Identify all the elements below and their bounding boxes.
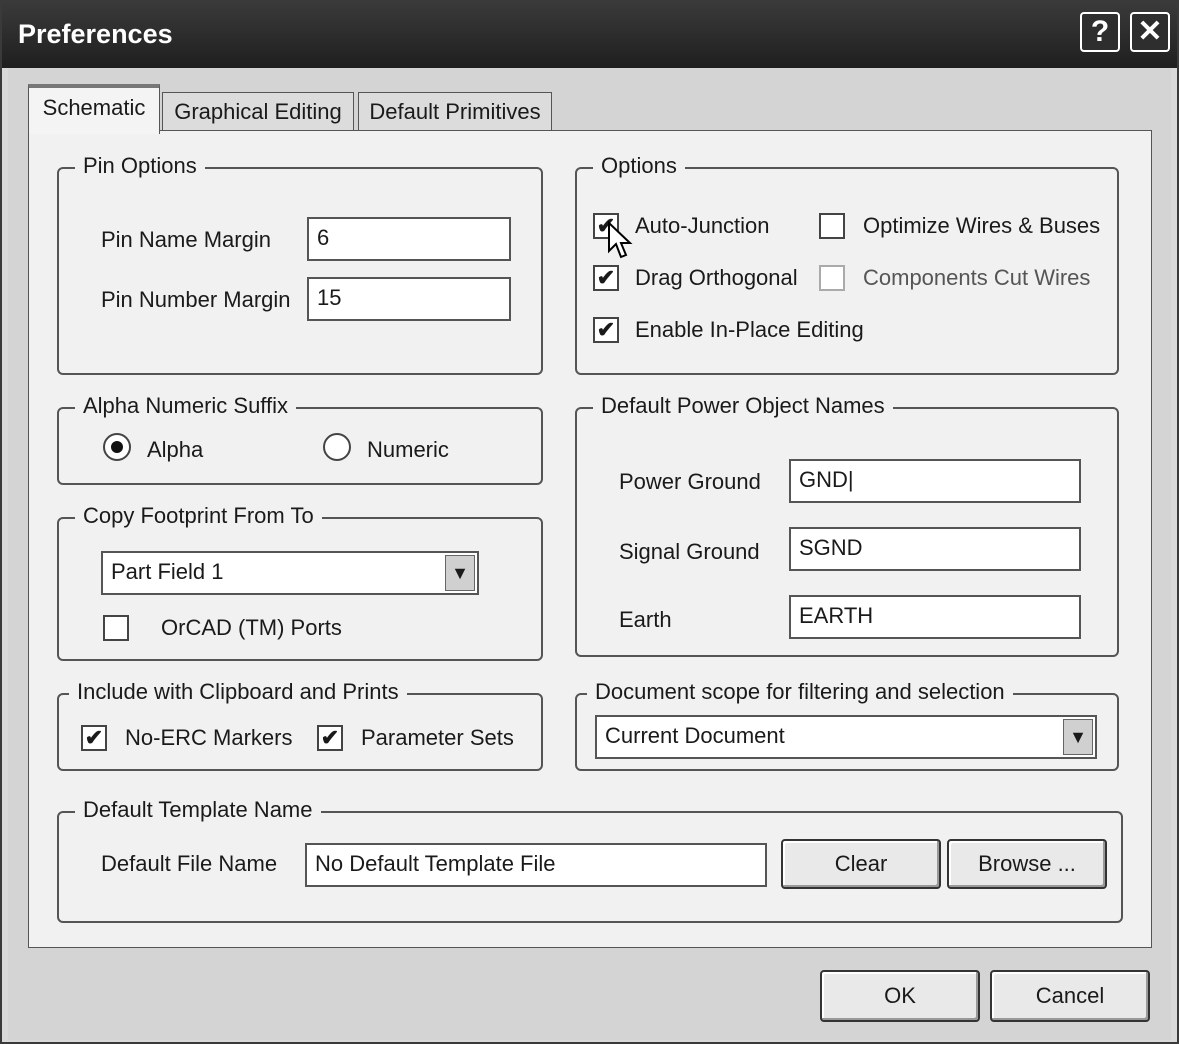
- numeric-label: Numeric: [367, 437, 449, 462]
- signal-ground-label: Signal Ground: [619, 539, 760, 564]
- options-group: Options ✔ Auto-Junction Optimize Wires &…: [575, 153, 1119, 375]
- pin-options-legend: Pin Options: [75, 153, 205, 179]
- preferences-dialog: Preferences ? ✕ Schematic Graphical Edit…: [0, 0, 1179, 1044]
- parameter-sets-checkbox[interactable]: ✔: [317, 725, 343, 751]
- browse-button[interactable]: Browse ...: [947, 839, 1107, 889]
- radio-selected-dot: [111, 441, 123, 453]
- chevron-down-icon[interactable]: ▼: [1063, 719, 1093, 755]
- tab-graphical-editing[interactable]: Graphical Editing: [162, 92, 354, 132]
- components-cut-wires-checkbox[interactable]: [819, 265, 845, 291]
- orcad-ports-label: OrCAD (TM) Ports: [161, 615, 342, 640]
- tab-default-primitives[interactable]: Default Primitives: [358, 92, 552, 132]
- document-scope-select[interactable]: Current Document ▼: [595, 715, 1097, 759]
- components-cut-wires-label: Components Cut Wires: [863, 265, 1091, 290]
- earth-input[interactable]: EARTH: [789, 595, 1081, 639]
- pin-number-margin-input[interactable]: 15: [307, 277, 511, 321]
- alpha-label: Alpha: [147, 437, 204, 462]
- tab-schematic[interactable]: Schematic: [28, 84, 160, 134]
- document-scope-group: Document scope for filtering and selecti…: [575, 679, 1119, 771]
- copy-footprint-legend: Copy Footprint From To: [75, 503, 322, 529]
- alpha-numeric-suffix-group: Alpha Numeric Suffix Alpha Numeric: [57, 393, 543, 485]
- pin-number-margin-label: Pin Number Margin: [101, 287, 291, 312]
- default-file-name-label: Default File Name: [101, 851, 278, 876]
- copy-footprint-selected: Part Field 1: [111, 559, 224, 584]
- default-file-name-input[interactable]: No Default Template File: [305, 843, 767, 887]
- optimize-wires-checkbox[interactable]: [819, 213, 845, 239]
- enable-inplace-editing-label: Enable In-Place Editing: [635, 317, 864, 342]
- schematic-tab-panel: Pin Options Pin Name Margin 6 Pin Number…: [28, 130, 1152, 948]
- chevron-down-icon[interactable]: ▼: [445, 555, 475, 591]
- copy-footprint-select[interactable]: Part Field 1 ▼: [101, 551, 479, 595]
- power-ground-label: Power Ground: [619, 469, 761, 494]
- dialog-title: Preferences: [18, 19, 173, 49]
- document-scope-selected: Current Document: [605, 723, 785, 748]
- drag-orthogonal-label: Drag Orthogonal: [635, 265, 798, 290]
- pin-name-margin-input[interactable]: 6: [307, 217, 511, 261]
- no-erc-markers-checkbox[interactable]: ✔: [81, 725, 107, 751]
- document-scope-legend: Document scope for filtering and selecti…: [587, 679, 1013, 705]
- clipboard-group: Include with Clipboard and Prints ✔ No-E…: [57, 679, 543, 771]
- no-erc-markers-label: No-ERC Markers: [125, 725, 293, 750]
- options-legend: Options: [593, 153, 685, 179]
- pin-name-margin-label: Pin Name Margin: [101, 227, 271, 252]
- clear-button[interactable]: Clear: [781, 839, 941, 889]
- pin-options-group: Pin Options Pin Name Margin 6 Pin Number…: [57, 153, 543, 375]
- clipboard-legend: Include with Clipboard and Prints: [69, 679, 407, 705]
- close-button[interactable]: ✕: [1130, 12, 1170, 52]
- alpha-numeric-suffix-legend: Alpha Numeric Suffix: [75, 393, 297, 419]
- power-ground-input[interactable]: GND|: [789, 459, 1081, 503]
- default-power-object-names-group: Default Power Object Names Power Ground …: [575, 393, 1119, 657]
- default-template-legend: Default Template Name: [75, 797, 321, 823]
- help-button[interactable]: ?: [1080, 12, 1120, 52]
- ok-button[interactable]: OK: [820, 970, 980, 1022]
- orcad-ports-checkbox[interactable]: [103, 615, 129, 641]
- drag-orthogonal-checkbox[interactable]: ✔: [593, 265, 619, 291]
- alpha-radio[interactable]: [103, 433, 131, 461]
- parameter-sets-label: Parameter Sets: [361, 725, 514, 750]
- title-bar: Preferences ? ✕: [2, 2, 1177, 68]
- enable-inplace-editing-checkbox[interactable]: ✔: [593, 317, 619, 343]
- default-template-group: Default Template Name Default File Name …: [57, 797, 1123, 923]
- copy-footprint-group: Copy Footprint From To Part Field 1 ▼ Or…: [57, 503, 543, 661]
- numeric-radio[interactable]: [323, 433, 351, 461]
- optimize-wires-label: Optimize Wires & Buses: [863, 213, 1101, 238]
- power-names-legend: Default Power Object Names: [593, 393, 893, 419]
- earth-label: Earth: [619, 607, 672, 632]
- mouse-cursor-icon: [608, 221, 633, 259]
- auto-junction-label: Auto-Junction: [635, 213, 770, 238]
- cancel-button[interactable]: Cancel: [990, 970, 1150, 1022]
- signal-ground-input[interactable]: SGND: [789, 527, 1081, 571]
